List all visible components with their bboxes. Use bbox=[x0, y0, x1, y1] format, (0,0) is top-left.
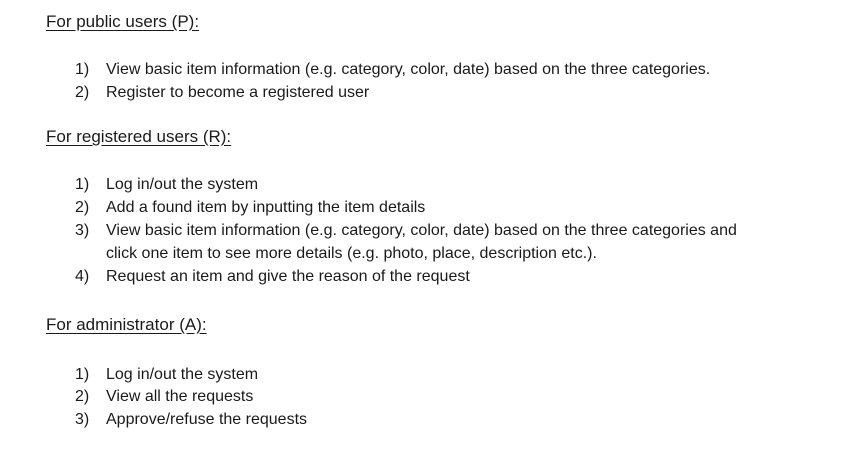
list-item-text: Request an item and give the reason of t… bbox=[106, 268, 470, 285]
list-item-number: 2) bbox=[75, 84, 90, 101]
list-item-number: 1) bbox=[75, 366, 90, 383]
list-item-text: Approve/refuse the requests bbox=[106, 411, 308, 428]
list-item-number: 2) bbox=[75, 199, 90, 216]
list-item-text: View basic item information (e.g. catego… bbox=[106, 222, 737, 239]
list-item-text: View basic item information (e.g. catego… bbox=[106, 61, 711, 78]
list-item-text: View all the requests bbox=[106, 388, 254, 405]
list-item-continuation: click one item to see more details (e.g.… bbox=[106, 245, 597, 262]
list-item-number: 4) bbox=[75, 268, 90, 285]
list-item-text: Log in/out the system bbox=[106, 176, 259, 193]
list-item-number: 2) bbox=[75, 388, 90, 405]
list-item-number: 3) bbox=[75, 411, 90, 428]
list-item-text: Add a found item by inputting the item d… bbox=[106, 199, 426, 216]
section-heading-administrator: For administrator (A): bbox=[46, 315, 207, 334]
list-item-number: 1) bbox=[75, 61, 90, 78]
list-item-number: 3) bbox=[75, 222, 90, 239]
list-item-number: 1) bbox=[75, 176, 90, 193]
section-heading-public-users: For public users (P): bbox=[46, 12, 200, 31]
document-page: For public users (P): 1) View basic item… bbox=[0, 0, 850, 449]
list-item-text: Log in/out the system bbox=[106, 366, 259, 383]
list-item-text: Register to become a registered user bbox=[106, 84, 370, 101]
section-heading-registered-users: For registered users (R): bbox=[46, 127, 232, 146]
